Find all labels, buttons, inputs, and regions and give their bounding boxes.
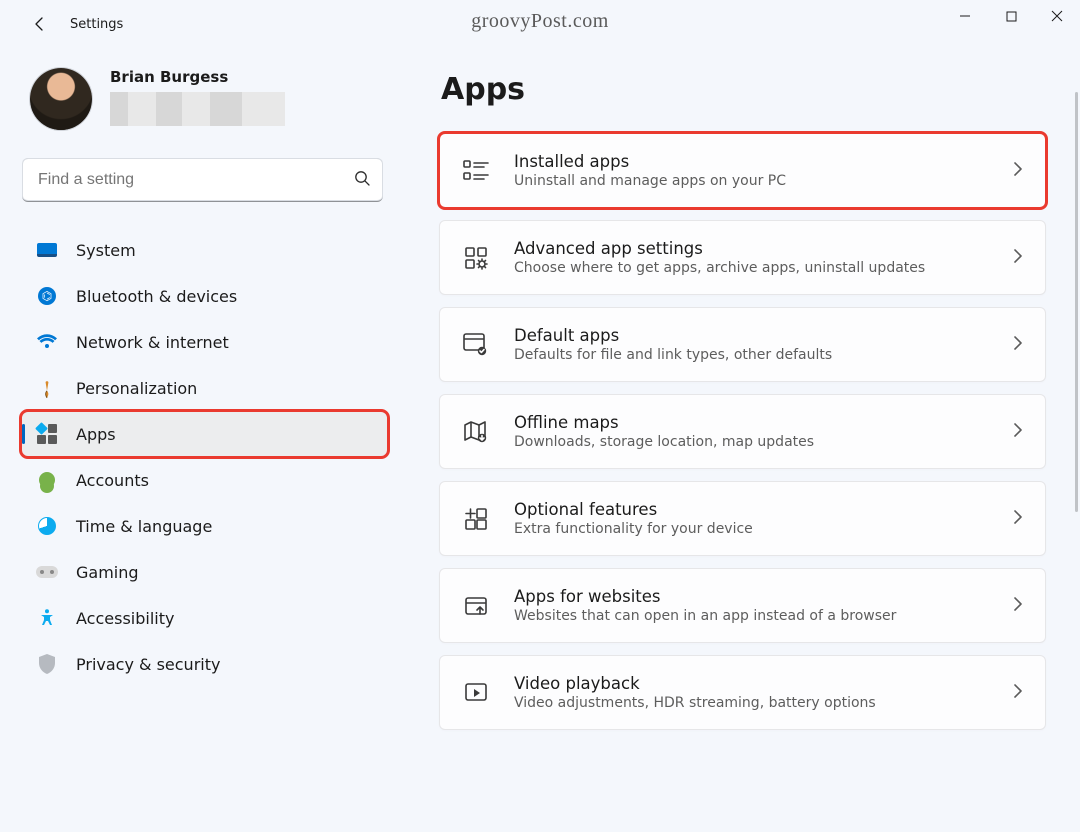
sidebar-item-time[interactable]: Time & language bbox=[22, 504, 387, 548]
sidebar-item-privacy[interactable]: Privacy & security bbox=[22, 642, 387, 686]
chevron-right-icon bbox=[1013, 422, 1023, 442]
shield-icon bbox=[36, 653, 58, 675]
card-title: Installed apps bbox=[514, 152, 989, 171]
profile-name: Brian Burgess bbox=[110, 68, 285, 86]
card-subtitle: Video adjustments, HDR streaming, batter… bbox=[514, 695, 989, 711]
search bbox=[22, 158, 383, 202]
settings-cards: Installed apps Uninstall and manage apps… bbox=[439, 133, 1046, 750]
offline-maps-icon bbox=[462, 418, 490, 446]
sidebar-item-label: Accessibility bbox=[76, 609, 174, 628]
card-offline-maps[interactable]: Offline maps Downloads, storage location… bbox=[439, 394, 1046, 469]
sidebar-nav: System ⌬ Bluetooth & devices Network & i… bbox=[22, 228, 387, 686]
advanced-app-settings-icon bbox=[462, 244, 490, 272]
chevron-right-icon bbox=[1013, 248, 1023, 268]
video-playback-icon bbox=[462, 679, 490, 707]
card-optional-features[interactable]: Optional features Extra functionality fo… bbox=[439, 481, 1046, 556]
sidebar-item-accessibility[interactable]: Accessibility bbox=[22, 596, 387, 640]
accessibility-icon bbox=[36, 607, 58, 629]
card-advanced-app-settings[interactable]: Advanced app settings Choose where to ge… bbox=[439, 220, 1046, 295]
sidebar-item-system[interactable]: System bbox=[22, 228, 387, 272]
close-button[interactable] bbox=[1034, 0, 1080, 32]
chevron-right-icon bbox=[1013, 509, 1023, 529]
chevron-right-icon bbox=[1013, 683, 1023, 703]
card-title: Default apps bbox=[514, 326, 989, 345]
search-icon bbox=[353, 169, 371, 191]
card-video-playback[interactable]: Video playback Video adjustments, HDR st… bbox=[439, 655, 1046, 730]
main-panel: Apps Installed apps Uninstall and manage… bbox=[405, 48, 1080, 832]
card-subtitle: Downloads, storage location, map updates bbox=[514, 434, 989, 450]
sidebar-item-label: Apps bbox=[76, 425, 116, 444]
card-subtitle: Websites that can open in an app instead… bbox=[514, 608, 989, 624]
sidebar-item-label: Accounts bbox=[76, 471, 149, 490]
sidebar-item-apps[interactable]: Apps bbox=[22, 412, 387, 456]
sidebar-item-label: Time & language bbox=[76, 517, 212, 536]
optional-features-icon bbox=[462, 505, 490, 533]
card-default-apps[interactable]: Default apps Defaults for file and link … bbox=[439, 307, 1046, 382]
paintbrush-icon bbox=[31, 372, 62, 403]
default-apps-icon bbox=[462, 331, 490, 359]
card-apps-for-websites[interactable]: Apps for websites Websites that can open… bbox=[439, 568, 1046, 643]
sidebar-item-label: Personalization bbox=[76, 379, 197, 398]
card-title: Offline maps bbox=[514, 413, 989, 432]
system-icon bbox=[36, 239, 58, 261]
sidebar-item-label: Bluetooth & devices bbox=[76, 287, 237, 306]
card-title: Apps for websites bbox=[514, 587, 989, 606]
bluetooth-icon: ⌬ bbox=[36, 285, 58, 307]
sidebar-item-accounts[interactable]: Accounts bbox=[22, 458, 387, 502]
scrollbar[interactable] bbox=[1075, 92, 1078, 512]
card-title: Optional features bbox=[514, 500, 989, 519]
card-subtitle: Defaults for file and link types, other … bbox=[514, 347, 989, 363]
card-title: Video playback bbox=[514, 674, 989, 693]
apps-for-websites-icon bbox=[462, 592, 490, 620]
chevron-right-icon bbox=[1013, 161, 1023, 181]
sidebar-item-label: Privacy & security bbox=[76, 655, 220, 674]
installed-apps-icon bbox=[462, 157, 490, 185]
sidebar-item-label: System bbox=[76, 241, 136, 260]
sidebar-item-label: Gaming bbox=[76, 563, 139, 582]
wifi-icon bbox=[36, 331, 58, 353]
profile-email-redacted bbox=[110, 92, 285, 126]
back-button[interactable] bbox=[20, 4, 60, 44]
card-subtitle: Choose where to get apps, archive apps, … bbox=[514, 260, 989, 276]
gaming-icon bbox=[36, 561, 58, 583]
card-subtitle: Uninstall and manage apps on your PC bbox=[514, 173, 989, 189]
profile[interactable]: Brian Burgess bbox=[22, 62, 387, 152]
apps-icon bbox=[36, 423, 58, 445]
card-subtitle: Extra functionality for your device bbox=[514, 521, 989, 537]
window-title: Settings bbox=[70, 17, 123, 32]
sidebar-item-label: Network & internet bbox=[76, 333, 229, 352]
sidebar: Brian Burgess System ⌬ Bluetooth & devic… bbox=[0, 48, 405, 832]
card-installed-apps[interactable]: Installed apps Uninstall and manage apps… bbox=[439, 133, 1046, 208]
accounts-icon bbox=[36, 469, 58, 491]
search-input[interactable] bbox=[22, 158, 383, 202]
sidebar-item-personalization[interactable]: Personalization bbox=[22, 366, 387, 410]
sidebar-item-network[interactable]: Network & internet bbox=[22, 320, 387, 364]
card-title: Advanced app settings bbox=[514, 239, 989, 258]
page-title: Apps bbox=[441, 72, 1046, 107]
chevron-right-icon bbox=[1013, 596, 1023, 616]
watermark: groovyPost.com bbox=[471, 10, 609, 33]
maximize-button[interactable] bbox=[988, 0, 1034, 32]
minimize-button[interactable] bbox=[942, 0, 988, 32]
sidebar-item-bluetooth[interactable]: ⌬ Bluetooth & devices bbox=[22, 274, 387, 318]
time-language-icon bbox=[36, 515, 58, 537]
chevron-right-icon bbox=[1013, 335, 1023, 355]
sidebar-item-gaming[interactable]: Gaming bbox=[22, 550, 387, 594]
window-controls bbox=[942, 0, 1080, 32]
avatar bbox=[30, 68, 92, 130]
